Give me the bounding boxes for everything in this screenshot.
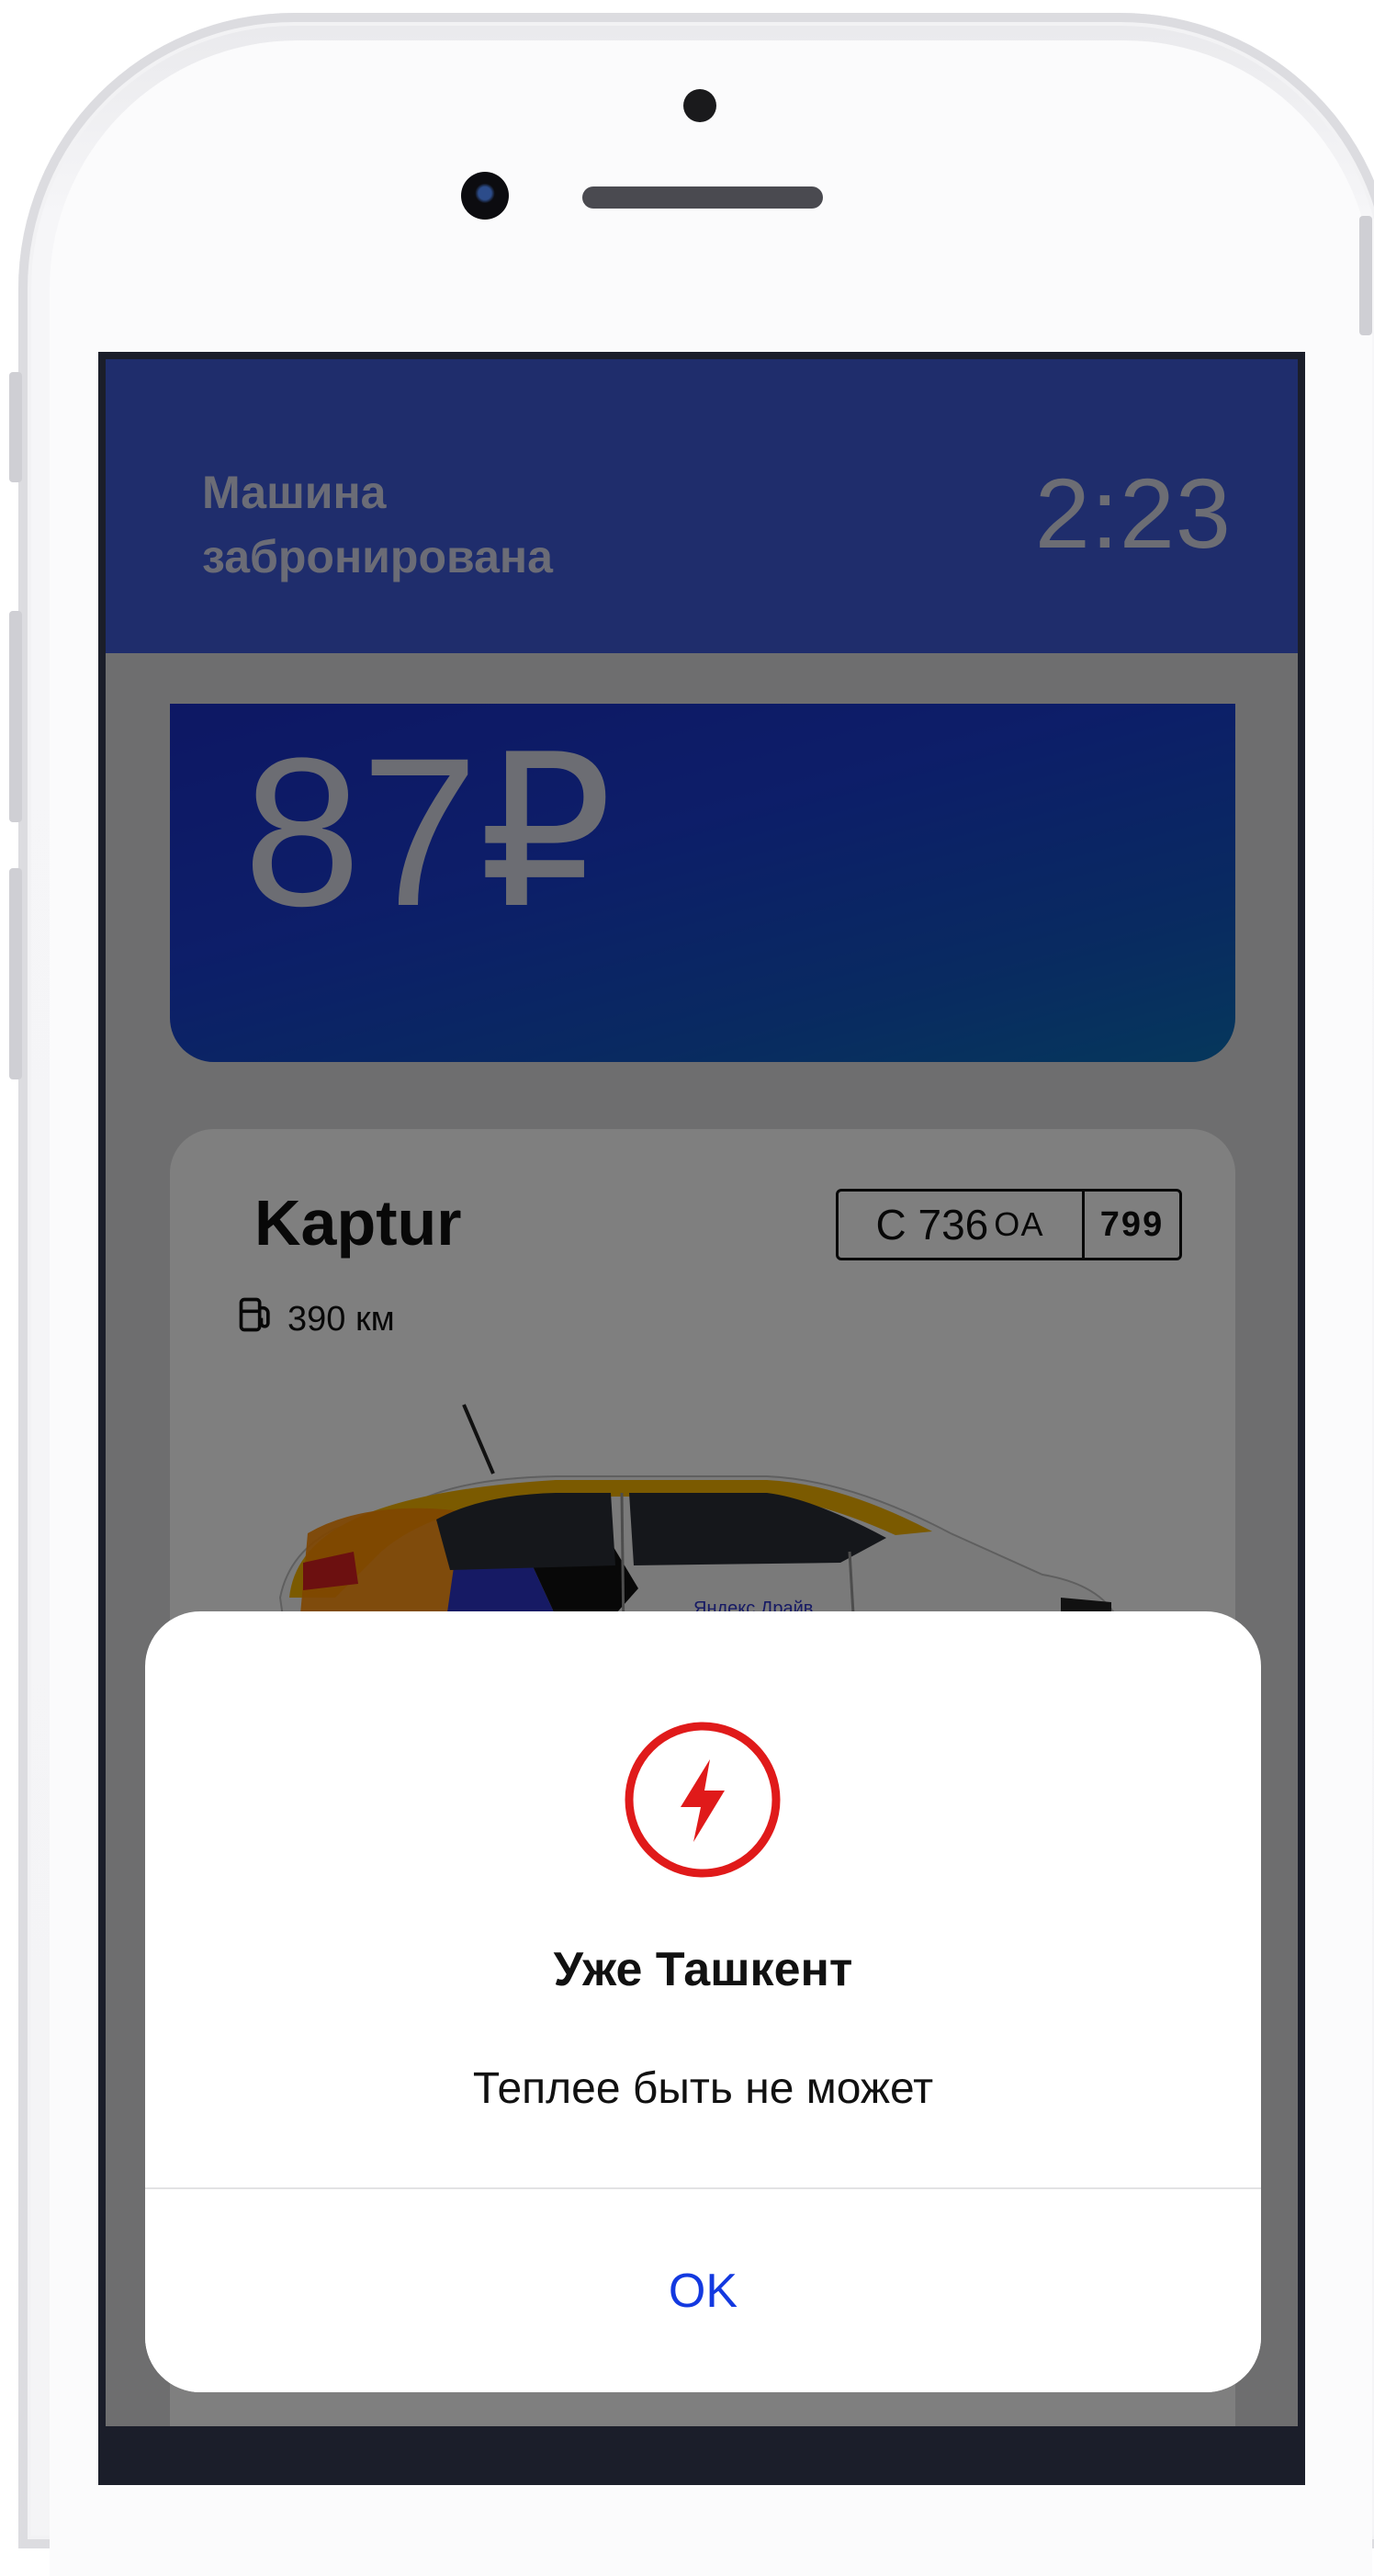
front-camera xyxy=(461,172,509,220)
earpiece-speaker xyxy=(582,186,823,209)
phone-screen: Машина забронирована 2:23 87₽ Kaptur С 7… xyxy=(98,352,1305,2485)
lightning-icon xyxy=(625,1722,781,1878)
alert-dialog: Уже Ташкент Теплее быть не может OK xyxy=(145,1611,1261,2392)
mute-switch xyxy=(9,372,22,482)
app-view: Машина забронирована 2:23 87₽ Kaptur С 7… xyxy=(106,359,1298,2426)
dialog-message: Теплее быть не может xyxy=(472,2064,934,2113)
ok-button[interactable]: OK xyxy=(145,2189,1261,2392)
proximity-sensor xyxy=(683,89,716,122)
volume-up-button xyxy=(9,611,22,822)
dialog-title: Уже Ташкент xyxy=(553,1943,853,1996)
volume-down-button xyxy=(9,868,22,1079)
power-button xyxy=(1359,216,1372,335)
